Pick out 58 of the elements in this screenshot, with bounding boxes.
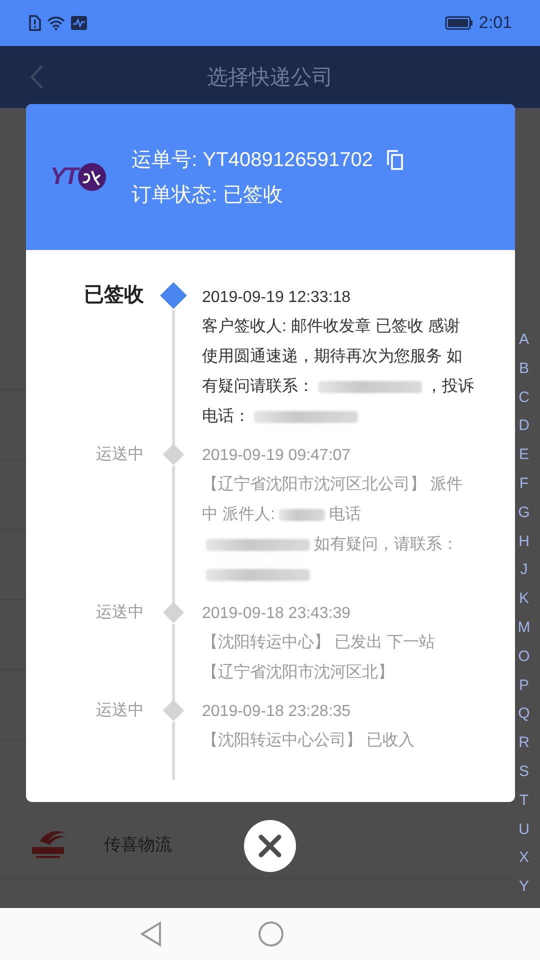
index-letter[interactable]: B bbox=[518, 354, 529, 384]
order-status: 订单状态: 已签收 bbox=[132, 183, 284, 208]
back-button[interactable] bbox=[30, 64, 44, 90]
activity-icon bbox=[71, 16, 87, 30]
index-letter[interactable]: K bbox=[518, 585, 529, 614]
index-letter[interactable]: M bbox=[518, 614, 530, 643]
waybill-number: 运单号: YT4089126591702 bbox=[132, 148, 373, 173]
event-time: 2019-09-19 09:47:07 bbox=[202, 446, 352, 466]
event-text: 客户签收人: 邮件收发章 已签收 感谢 bbox=[202, 316, 460, 337]
event-text: 中 派件人: bbox=[202, 504, 275, 525]
index-letter[interactable]: C bbox=[518, 384, 530, 412]
index-letter[interactable]: X bbox=[518, 844, 529, 874]
event-time: 2019-09-18 23:28:35 bbox=[202, 702, 352, 722]
copy-icon[interactable] bbox=[386, 150, 403, 170]
runner-logo-icon bbox=[78, 163, 106, 191]
event-status: 已签收 bbox=[83, 284, 144, 308]
index-letter[interactable]: D bbox=[518, 412, 530, 442]
event-text: 使用圆通速递，期待再次为您服务 如 bbox=[202, 346, 462, 367]
battery-icon bbox=[444, 16, 473, 30]
index-letter[interactable]: F bbox=[519, 470, 529, 499]
index-letter[interactable]: R bbox=[518, 729, 530, 758]
event-text: 【沈阳转运中心】 已发出 下一站 bbox=[202, 632, 435, 653]
event-status: 运送中 bbox=[95, 700, 144, 721]
back-triangle-icon[interactable] bbox=[140, 921, 162, 947]
index-letter[interactable]: U bbox=[518, 816, 530, 844]
wifi-icon bbox=[47, 16, 65, 30]
redacted-block bbox=[278, 509, 325, 521]
index-letter[interactable]: T bbox=[519, 786, 529, 816]
index-letter[interactable]: P bbox=[518, 672, 529, 700]
event-text: 如有疑问，请联系： bbox=[314, 534, 458, 555]
index-letter[interactable]: Q bbox=[518, 700, 530, 730]
index-letter[interactable]: G bbox=[518, 498, 530, 528]
close-icon bbox=[258, 834, 282, 858]
page-title: 选择快递公司 bbox=[207, 65, 333, 91]
sim-alert-icon bbox=[28, 15, 41, 31]
clock-time: 2:01 bbox=[478, 13, 512, 33]
event-text: 电话： bbox=[202, 406, 250, 427]
index-letter[interactable]: H bbox=[518, 528, 530, 556]
event-text: 【辽宁省沈阳市沈河区北公司】 派件 bbox=[202, 474, 462, 495]
event-time: 2019-09-18 23:43:39 bbox=[202, 604, 352, 624]
event-text: 【沈阳转运中心公司】 已收入 bbox=[202, 730, 414, 751]
home-circle-icon[interactable] bbox=[258, 921, 284, 947]
index-letter[interactable]: S bbox=[518, 758, 529, 787]
event-text: 【辽宁省沈阳市沈河区北】 bbox=[202, 662, 394, 683]
index-letter[interactable]: Y bbox=[518, 873, 529, 902]
index-letter[interactable]: A bbox=[518, 326, 529, 355]
event-status: 运送中 bbox=[95, 444, 144, 465]
close-button[interactable] bbox=[244, 820, 296, 872]
back-chevron-icon bbox=[30, 64, 44, 90]
index-letter[interactable]: J bbox=[520, 556, 528, 586]
event-time: 2019-09-19 12:33:18 bbox=[202, 288, 352, 308]
index-letter[interactable]: O bbox=[518, 642, 530, 672]
event-text: 有疑问请联系： bbox=[202, 376, 314, 397]
index-letter[interactable]: E bbox=[518, 441, 529, 470]
event-text: ，投诉 bbox=[426, 376, 474, 397]
logo-text: YT bbox=[50, 163, 77, 191]
event-status: 运送中 bbox=[95, 602, 144, 623]
event-text: 电话 bbox=[328, 504, 361, 525]
